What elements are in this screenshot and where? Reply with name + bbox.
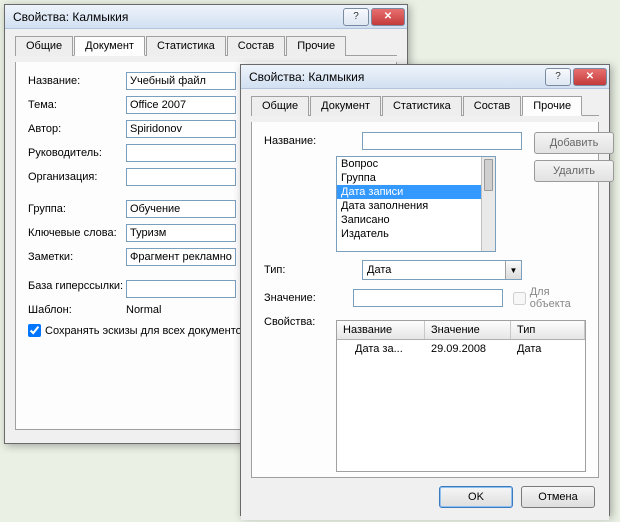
cancel-button[interactable]: Отмена	[521, 486, 595, 508]
col-header-value[interactable]: Значение	[425, 321, 511, 339]
table-header-row: Название Значение Тип	[337, 321, 585, 340]
client-area: Общие Документ Статистика Состав Прочие …	[241, 89, 609, 520]
for-object-checkbox	[513, 292, 526, 305]
org-input[interactable]	[126, 168, 236, 186]
tab-document[interactable]: Документ	[74, 36, 145, 56]
chevron-down-icon: ▼	[505, 261, 521, 279]
group-input[interactable]	[126, 200, 236, 218]
notes-input[interactable]	[126, 248, 236, 266]
cell-name: Дата за...	[337, 342, 425, 356]
type-label: Тип:	[264, 264, 362, 276]
dialog-footer: OK Отмена	[251, 478, 599, 510]
org-label: Организация:	[28, 171, 126, 183]
col-header-name[interactable]: Название	[337, 321, 425, 339]
save-thumbnails-label: Сохранять эскизы для всех документо	[45, 325, 242, 337]
close-button[interactable]: ✕	[371, 8, 405, 26]
list-item[interactable]: Записано	[337, 213, 495, 227]
type-combo[interactable]: Дата ▼	[362, 260, 522, 280]
list-item[interactable]: Дата заполнения	[337, 199, 495, 213]
tabs: Общие Документ Статистика Состав Прочие	[15, 35, 397, 56]
value-label: Значение:	[264, 292, 353, 304]
keywords-label: Ключевые слова:	[28, 227, 126, 239]
tabs: Общие Документ Статистика Состав Прочие	[251, 95, 599, 116]
window-title: Свойства: Калмыкия	[13, 10, 341, 24]
properties-label: Свойства:	[264, 316, 336, 328]
scrollbar[interactable]	[481, 157, 495, 251]
help-button[interactable]: ?	[545, 68, 571, 86]
cell-type: Дата	[511, 342, 585, 356]
manager-input[interactable]	[126, 144, 236, 162]
save-thumbnails-checkbox[interactable]	[28, 324, 41, 337]
type-combo-value: Дата	[363, 264, 505, 276]
titlebar[interactable]: Свойства: Калмыкия ? ✕	[5, 5, 407, 29]
author-input[interactable]	[126, 120, 236, 138]
subject-label: Тема:	[28, 99, 126, 111]
window-title: Свойства: Калмыкия	[249, 70, 543, 84]
author-label: Автор:	[28, 123, 126, 135]
tab-general[interactable]: Общие	[251, 96, 309, 116]
list-item[interactable]: Дата записи	[337, 185, 495, 199]
cell-value: 29.09.2008	[425, 342, 511, 356]
subject-input[interactable]	[126, 96, 236, 114]
name-label: Название:	[28, 75, 126, 87]
add-button[interactable]: Добавить	[534, 132, 614, 154]
prop-name-input[interactable]	[362, 132, 522, 150]
tab-general[interactable]: Общие	[15, 36, 73, 56]
col-header-type[interactable]: Тип	[511, 321, 585, 339]
prop-name-listbox[interactable]: Вопрос Группа Дата записи Дата заполнени…	[336, 156, 496, 252]
group-label: Группа:	[28, 203, 126, 215]
tab-custom[interactable]: Прочие	[522, 96, 582, 116]
hyperlink-input[interactable]	[126, 280, 236, 298]
template-label: Шаблон:	[28, 304, 126, 316]
properties-table[interactable]: Название Значение Тип Дата за... 29.09.2…	[336, 320, 586, 472]
tab-statistics[interactable]: Статистика	[382, 96, 462, 116]
properties-dialog-custom: Свойства: Калмыкия ? ✕ Общие Документ Ст…	[240, 64, 610, 516]
list-item[interactable]: Издатель	[337, 227, 495, 241]
ok-button[interactable]: OK	[439, 486, 513, 508]
close-button[interactable]: ✕	[573, 68, 607, 86]
tab-pane-custom: Название: Вопрос Группа Дата записи Дата…	[251, 122, 599, 478]
name-input[interactable]	[126, 72, 236, 90]
notes-label: Заметки:	[28, 251, 126, 263]
for-object-label: Для объекта	[530, 286, 586, 310]
titlebar[interactable]: Свойства: Калмыкия ? ✕	[241, 65, 609, 89]
template-value: Normal	[126, 304, 161, 316]
prop-name-label: Название:	[264, 135, 362, 147]
list-item[interactable]: Вопрос	[337, 157, 495, 171]
hyperlink-label: База гиперссылки:	[28, 280, 126, 292]
table-row[interactable]: Дата за... 29.09.2008 Дата	[337, 340, 585, 358]
tab-custom[interactable]: Прочие	[286, 36, 346, 56]
list-item[interactable]: Группа	[337, 171, 495, 185]
value-input[interactable]	[353, 289, 503, 307]
delete-button[interactable]: Удалить	[534, 160, 614, 182]
tab-contents[interactable]: Состав	[227, 36, 285, 56]
tab-contents[interactable]: Состав	[463, 96, 521, 116]
tab-document[interactable]: Документ	[310, 96, 381, 116]
tab-statistics[interactable]: Статистика	[146, 36, 226, 56]
help-button[interactable]: ?	[343, 8, 369, 26]
keywords-input[interactable]	[126, 224, 236, 242]
manager-label: Руководитель:	[28, 147, 126, 159]
